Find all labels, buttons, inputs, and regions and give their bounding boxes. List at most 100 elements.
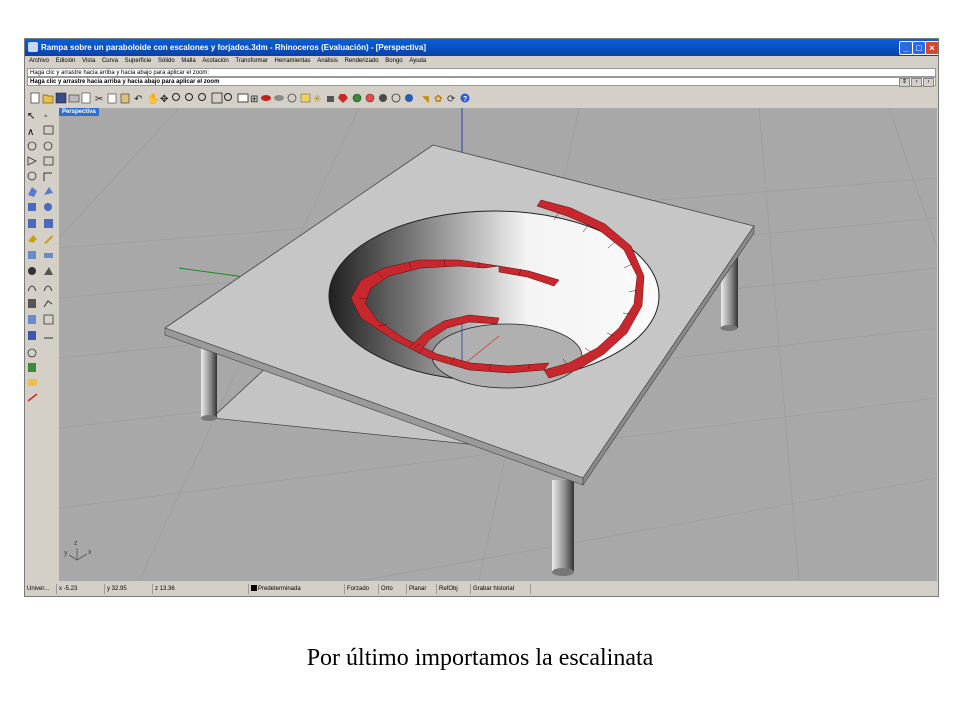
status-osnap[interactable]: RefObj — [437, 584, 471, 594]
polygon-icon[interactable] — [27, 156, 37, 166]
menu-herramientas[interactable]: Herramientas — [275, 58, 311, 64]
cut-icon[interactable]: ✂ — [95, 94, 103, 105]
properties-icon[interactable] — [81, 92, 91, 104]
point-grid-icon[interactable] — [287, 93, 297, 103]
folder-icon[interactable] — [28, 379, 37, 386]
zoom-icon[interactable] — [172, 93, 180, 101]
menu-superficie[interactable]: Superficie — [125, 58, 152, 64]
light-bulb-icon[interactable]: ✳ — [313, 94, 321, 105]
zoom-dynamic-icon[interactable] — [198, 93, 206, 101]
layer-icon[interactable] — [379, 94, 387, 102]
surface-corner-icon[interactable] — [28, 187, 37, 197]
new-file-icon[interactable] — [30, 92, 40, 104]
transform-icon[interactable] — [44, 267, 53, 275]
car-render-icon[interactable] — [261, 95, 271, 101]
array-icon[interactable] — [43, 314, 54, 325]
command-prompt[interactable]: Haga clic y arrastre hacia arriba y haci… — [27, 77, 936, 86]
print-icon[interactable] — [68, 94, 80, 103]
text-icon[interactable] — [28, 299, 36, 308]
viewport-title-tab[interactable]: Perspectiva — [59, 108, 99, 116]
menu-archivo[interactable]: Archivo — [29, 58, 49, 64]
status-record-history[interactable]: Grabar historial — [471, 584, 531, 594]
menu-vista[interactable]: Vista — [82, 58, 95, 64]
command-prev-icon[interactable]: ‹ — [911, 78, 922, 87]
zoom-extents-icon[interactable] — [211, 92, 223, 104]
select-icon[interactable]: ↖ — [27, 111, 35, 122]
status-z-coordinate: z 13.36 — [153, 584, 249, 594]
gear-icon[interactable]: ✿ — [434, 94, 442, 105]
boolean-icon[interactable] — [28, 235, 37, 243]
column-front-right-base — [552, 568, 574, 576]
menu-transformar[interactable]: Transformar — [235, 58, 267, 64]
construction-plane-icon[interactable]: ⊞ — [250, 94, 258, 105]
menu-edicion[interactable]: Edición — [56, 58, 76, 64]
status-ortho[interactable]: Orto — [379, 584, 407, 594]
render-tools-icon[interactable] — [28, 363, 36, 372]
save-icon[interactable] — [55, 92, 67, 104]
globe-icon[interactable] — [405, 94, 413, 102]
status-layer[interactable]: Predeterminada — [249, 584, 345, 594]
command-next-icon[interactable]: › — [923, 78, 934, 87]
maximize-button[interactable]: □ — [912, 41, 926, 55]
rectangle-icon[interactable] — [43, 156, 54, 166]
status-snap[interactable]: Forzado — [345, 584, 379, 594]
menu-bongo[interactable]: Bongo — [385, 58, 402, 64]
menu-solido[interactable]: Sólido — [158, 58, 175, 64]
copy-icon[interactable] — [107, 93, 117, 104]
shade-icon[interactable] — [274, 95, 284, 101]
viewport-layout-icon[interactable] — [237, 93, 249, 103]
zoom-window-icon[interactable] — [185, 93, 193, 101]
render-preview-icon[interactable] — [365, 93, 375, 103]
polyline-icon[interactable]: ∧ — [27, 127, 34, 138]
command-spinner-icon[interactable]: ⇕ — [899, 78, 910, 87]
status-y-coordinate: y 32.95 — [105, 584, 153, 594]
status-planar[interactable]: Planar — [407, 584, 437, 594]
left-toolbar: ↖ ◦ ∧ — [27, 111, 54, 402]
menu-analisis[interactable]: Análisis — [317, 58, 338, 64]
dimension-icon[interactable] — [44, 253, 53, 258]
box-icon[interactable] — [28, 203, 36, 211]
zoom-selected-icon[interactable] — [224, 93, 232, 101]
circle-icon[interactable] — [27, 141, 37, 151]
undo-icon[interactable]: ↶ — [134, 94, 142, 105]
history-icon[interactable] — [27, 348, 37, 358]
perspective-viewport[interactable]: z x y — [59, 108, 937, 581]
minimize-button[interactable]: _ — [899, 41, 913, 55]
mesh-icon[interactable] — [28, 251, 36, 259]
status-units[interactable]: Univer... — [25, 584, 57, 594]
menu-renderizado[interactable]: Renderizado — [345, 58, 379, 64]
menu-acotacion[interactable]: Acotación — [202, 58, 228, 64]
control-points-icon[interactable] — [43, 300, 53, 308]
surface-extrude-icon[interactable] — [44, 187, 53, 195]
mesh-solid-icon[interactable] — [28, 331, 36, 340]
pointer-arrow-icon[interactable]: ◥ — [422, 94, 429, 104]
blend-icon[interactable] — [43, 285, 53, 292]
sync-icon[interactable]: ⟳ — [447, 94, 456, 105]
paste-icon[interactable] — [120, 93, 130, 104]
solid-icon[interactable] — [28, 267, 36, 275]
cylinder-icon[interactable] — [28, 219, 36, 228]
pencil-icon[interactable] — [44, 235, 53, 244]
menu-malla[interactable]: Malla — [181, 58, 195, 64]
analysis-icon[interactable] — [27, 393, 38, 402]
render-icon[interactable] — [352, 93, 362, 103]
rectangle-edit-icon[interactable] — [43, 125, 54, 135]
lock-icon[interactable] — [327, 96, 334, 102]
fillet-icon[interactable] — [43, 172, 52, 181]
pan-icon[interactable]: ✋ — [147, 92, 159, 105]
group-icon[interactable] — [28, 315, 36, 324]
display-mode-icon[interactable] — [391, 93, 401, 103]
snap-icon[interactable] — [300, 93, 311, 103]
point-icon[interactable]: ◦ — [44, 111, 48, 122]
rotate-view-icon[interactable]: ✥ — [160, 94, 168, 105]
menu-curva[interactable]: Curva — [102, 58, 118, 64]
menu-ayuda[interactable]: Ayuda — [409, 58, 426, 64]
sphere-icon[interactable] — [44, 203, 52, 211]
open-file-icon[interactable] — [42, 94, 54, 104]
curve-tools-icon[interactable] — [27, 285, 37, 292]
arc-icon[interactable] — [27, 171, 37, 181]
extrude-icon[interactable] — [44, 219, 53, 228]
ellipse-icon[interactable] — [43, 141, 53, 151]
close-button[interactable]: × — [925, 41, 938, 55]
material-icon[interactable] — [338, 94, 348, 103]
